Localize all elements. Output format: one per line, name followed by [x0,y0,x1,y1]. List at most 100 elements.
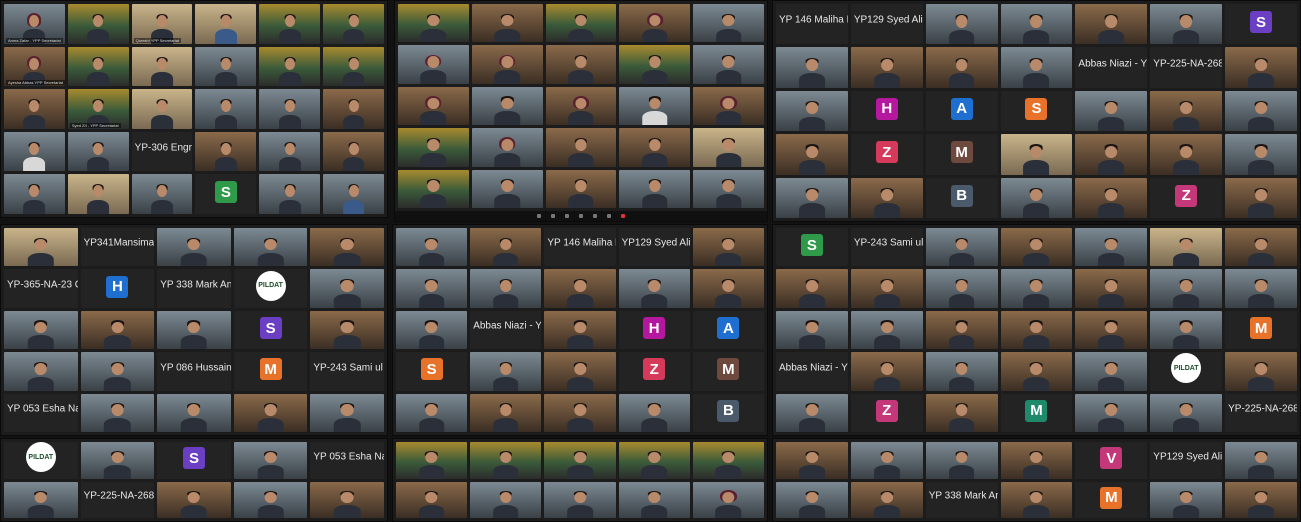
participant-tile[interactable] [259,4,321,44]
participant-tile[interactable] [1000,4,1073,45]
participant-tile[interactable] [396,269,468,308]
participant-tile[interactable] [259,46,321,87]
participant-tile[interactable] [692,228,764,267]
participant-tile[interactable] [776,177,848,218]
participant-tile[interactable] [470,269,542,308]
participant-tile[interactable]: M [1075,481,1148,518]
participant-tile[interactable] [471,86,543,126]
participant-tile[interactable]: YP129 Syed Ali Naqi Naqvi [850,4,923,45]
participant-tile[interactable] [545,45,617,84]
participant-tile[interactable] [1150,481,1223,518]
participant-tile[interactable] [545,169,617,208]
participant-tile[interactable] [67,131,129,172]
participant-tile[interactable] [1000,352,1073,391]
participant-tile[interactable] [195,131,257,172]
participant-tile[interactable] [692,442,764,479]
participant-tile[interactable] [1000,177,1073,218]
participant-tile[interactable]: YP-243 Sami ul has [310,352,384,391]
participant-tile[interactable] [692,481,764,518]
participant-tile[interactable]: YP-225-NA-268... [80,481,155,518]
participant-tile[interactable] [4,310,78,350]
participant-tile[interactable]: YP 086 Hussain uz Zaman [157,352,231,391]
participant-tile[interactable] [80,352,155,391]
participant-tile[interactable] [925,310,998,350]
participant-tile[interactable] [544,393,616,432]
participant-tile[interactable] [157,393,231,432]
participant-tile[interactable] [1150,310,1223,350]
participant-tile[interactable] [1000,442,1073,479]
participant-tile[interactable] [4,131,65,172]
participant-tile[interactable]: YP-243 Sami ul h... [850,228,923,267]
participant-tile[interactable]: YP 146 Maliha Fayyaz [544,228,616,267]
participant-tile[interactable] [925,393,998,432]
participant-tile[interactable]: H [618,310,690,350]
participant-tile[interactable] [544,481,616,518]
participant-tile[interactable]: PILDAT [233,269,308,308]
participant-tile[interactable] [398,4,469,43]
participant-tile[interactable] [1075,177,1148,218]
participant-tile[interactable]: A [692,310,764,350]
participant-tile[interactable] [925,442,998,479]
participant-tile[interactable] [925,4,998,45]
participant-tile[interactable]: YP 053 Esha Naeem [4,393,78,432]
participant-tile[interactable] [259,131,321,172]
participant-tile[interactable]: S [233,310,308,350]
participant-tile[interactable] [1150,90,1223,132]
participant-tile[interactable] [4,481,78,518]
participant-tile[interactable] [310,269,384,308]
participant-tile[interactable] [67,4,129,44]
participant-tile[interactable] [195,46,257,87]
participant-tile[interactable] [693,169,764,208]
participant-tile[interactable]: S [195,174,257,214]
participant-tile[interactable] [80,310,155,350]
participant-tile[interactable] [4,352,78,391]
participant-tile[interactable] [396,228,468,267]
participant-tile[interactable] [471,45,543,84]
participant-tile[interactable] [323,4,384,44]
participant-tile[interactable] [233,228,308,267]
participant-tile[interactable] [850,352,923,391]
participant-tile[interactable]: S [1225,4,1297,45]
participant-tile[interactable] [396,481,468,518]
participant-tile[interactable] [545,86,617,126]
participant-tile[interactable] [619,4,691,43]
participant-tile[interactable]: PILDAT [1150,352,1223,391]
participant-tile[interactable] [925,352,998,391]
participant-tile[interactable] [776,90,848,132]
participant-tile[interactable] [618,442,690,479]
participant-tile[interactable] [233,481,308,518]
participant-tile[interactable] [544,269,616,308]
participant-tile[interactable]: YP 338 Mark Anthony Joshua [157,269,231,308]
participant-tile[interactable] [692,269,764,308]
participant-tile[interactable]: B [925,177,998,218]
participant-tile[interactable] [850,47,923,88]
participant-tile[interactable]: Z [1150,177,1223,218]
participant-tile[interactable]: YP129 Syed Ali N... [1150,442,1223,479]
participant-tile[interactable] [545,128,617,167]
participant-tile[interactable] [850,442,923,479]
participant-tile[interactable] [850,269,923,308]
participant-tile[interactable] [470,228,542,267]
participant-tile[interactable]: M [1000,393,1073,432]
participant-tile[interactable]: YP-225-NA-268... [1225,393,1297,432]
participant-tile[interactable] [619,45,691,84]
participant-tile[interactable]: YP 146 Maliha Fayyaz [776,4,848,45]
participant-tile[interactable] [619,86,691,126]
participant-tile[interactable] [619,169,691,208]
participant-tile[interactable]: YP129 Syed Ali Naqi Naqvi [618,228,690,267]
participant-tile[interactable] [323,174,384,214]
participant-tile[interactable] [1225,47,1297,88]
participant-tile[interactable] [618,393,690,432]
participant-tile[interactable] [233,442,308,479]
participant-tile[interactable] [4,89,65,129]
leave-button[interactable] [621,214,625,218]
participant-tile[interactable] [925,269,998,308]
participant-tile[interactable] [1075,310,1148,350]
participant-tile[interactable] [1075,4,1148,45]
participant-tile[interactable]: YP-225-NA-268... [1150,47,1223,88]
participant-tile[interactable] [398,169,469,208]
participant-tile[interactable] [398,128,469,167]
participant-tile[interactable] [323,89,384,129]
participant-tile[interactable] [545,4,617,43]
participant-tile[interactable] [776,269,848,308]
